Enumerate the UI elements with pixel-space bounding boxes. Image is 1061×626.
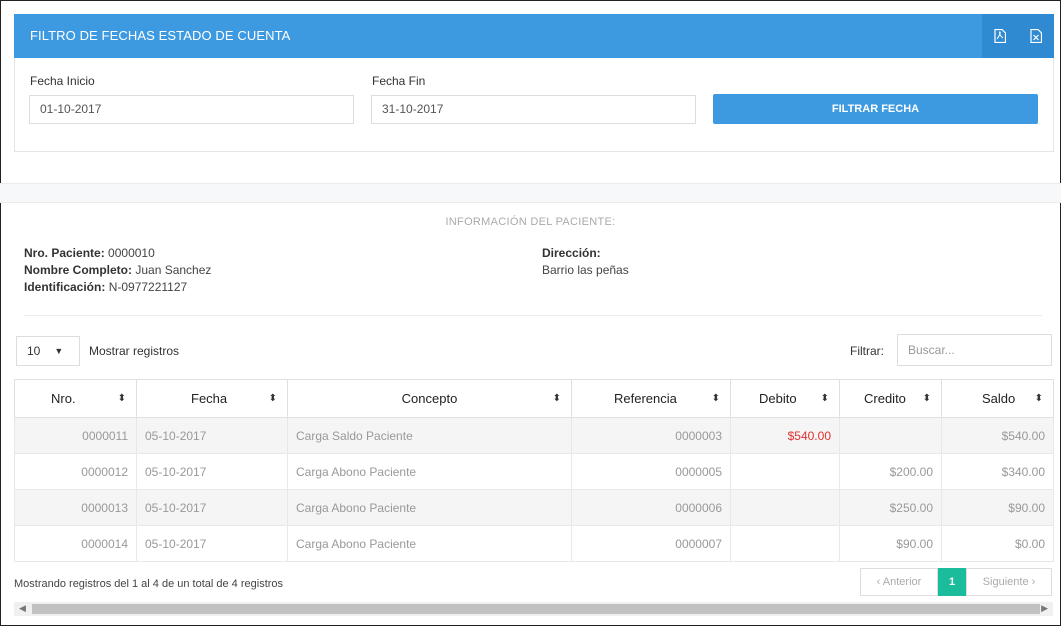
show-records-label: Mostrar registros <box>89 344 180 358</box>
panel-title: FILTRO DE FECHAS ESTADO DE CUENTA <box>30 28 291 43</box>
horizontal-scrollbar[interactable]: ◀ ▶ <box>14 602 1053 616</box>
scrollbar-thumb[interactable] <box>32 604 1040 614</box>
cell-nro: 0000011 <box>14 417 137 454</box>
cell-debito <box>730 453 840 490</box>
search-input[interactable]: Buscar... <box>897 334 1052 366</box>
cell-nro: 0000012 <box>14 453 137 490</box>
records-info: Mostrando registros del 1 al 4 de un tot… <box>14 578 284 590</box>
cell-credito: $250.00 <box>839 489 942 526</box>
pdf-file-icon <box>994 29 1006 43</box>
divider <box>24 315 1042 316</box>
patient-id-value: N-0977221127 <box>108 280 188 294</box>
excel-file-icon <box>1030 29 1042 43</box>
scroll-left-icon[interactable]: ◀ <box>19 603 26 614</box>
patient-number-label: Nro. Paciente: <box>24 246 105 260</box>
section-gap <box>0 184 1061 202</box>
end-date-label: Fecha Fin <box>372 74 426 88</box>
cell-debito: $540.00 <box>730 417 840 454</box>
address-value: Barrio las peñas <box>542 263 629 277</box>
column-header-fecha[interactable]: Fecha ⬍ <box>136 379 288 418</box>
start-date-input[interactable]: 01-10-2017 <box>29 95 354 124</box>
cell-saldo: $0.00 <box>941 525 1054 562</box>
end-date-input[interactable]: 31-10-2017 <box>371 95 696 124</box>
page-length-value: 10 <box>27 344 41 358</box>
patient-info-right: Dirección: Barrio las peñas <box>542 245 629 279</box>
sort-icon: ⬍ <box>711 393 720 404</box>
account-statement-table: Nro. ⬍ Fecha ⬍ Concepto ⬍ Referencia ⬍ Debit… <box>14 379 1054 562</box>
cell-credito: $90.00 <box>839 525 942 562</box>
divider <box>0 202 1061 203</box>
table-header-row: Nro. ⬍ Fecha ⬍ Concepto ⬍ Referencia ⬍ Debit… <box>14 379 1054 418</box>
address-label: Dirección: <box>542 246 601 260</box>
column-header-concepto[interactable]: Concepto ⬍ <box>287 379 572 418</box>
cell-saldo: $90.00 <box>941 489 1054 526</box>
table-row[interactable]: 0000012 05-10-2017 Carga Abono Paciente … <box>14 453 1054 490</box>
patient-info-left: Nro. Paciente: 0000010 Nombre Completo: … <box>24 245 211 296</box>
cell-saldo: $540.00 <box>941 417 1054 454</box>
patient-info-title: INFORMACIÓN DEL PACIENTE: <box>445 216 616 228</box>
table-row[interactable]: 0000013 05-10-2017 Carga Abono Paciente … <box>14 489 1054 526</box>
start-date-label: Fecha Inicio <box>30 74 95 88</box>
cell-concepto: Carga Abono Paciente <box>287 453 572 490</box>
column-header-debito[interactable]: Debito ⬍ <box>730 379 840 418</box>
cell-credito <box>839 417 942 454</box>
cell-fecha: 05-10-2017 <box>136 525 288 562</box>
caret-down-icon: ▼ <box>54 346 64 356</box>
cell-debito <box>730 525 840 562</box>
export-excel-button[interactable] <box>1018 14 1054 58</box>
cell-referencia: 0000007 <box>571 525 731 562</box>
patient-name-label: Nombre Completo: <box>24 263 132 277</box>
cell-concepto: Carga Abono Paciente <box>287 489 572 526</box>
column-header-credito[interactable]: Credito ⬍ <box>839 379 942 418</box>
cell-fecha: 05-10-2017 <box>136 453 288 490</box>
patient-name-value: Juan Sanchez <box>135 263 212 277</box>
sort-icon: ⬍ <box>922 393 931 404</box>
scroll-right-icon[interactable]: ▶ <box>1041 603 1048 614</box>
sort-icon: ⬍ <box>117 393 126 404</box>
cell-nro: 0000013 <box>14 489 137 526</box>
pagination-page-1[interactable]: 1 <box>938 568 966 596</box>
cell-credito: $200.00 <box>839 453 942 490</box>
cell-fecha: 05-10-2017 <box>136 489 288 526</box>
table-row[interactable]: 0000014 05-10-2017 Carga Abono Paciente … <box>14 525 1054 562</box>
patient-number-value: 0000010 <box>108 246 155 260</box>
pagination-previous[interactable]: ‹ Anterior <box>860 568 938 596</box>
cell-saldo: $340.00 <box>941 453 1054 490</box>
patient-id-label: Identificación: <box>24 280 106 294</box>
cell-nro: 0000014 <box>14 525 137 562</box>
export-pdf-button[interactable] <box>982 14 1018 58</box>
column-header-saldo[interactable]: Saldo ⬍ <box>941 379 1054 418</box>
cell-fecha: 05-10-2017 <box>136 417 288 454</box>
panel-header: FILTRO DE FECHAS ESTADO DE CUENTA <box>14 14 1054 58</box>
table-row[interactable]: 0000011 05-10-2017 Carga Saldo Paciente … <box>14 417 1054 454</box>
cell-referencia: 0000006 <box>571 489 731 526</box>
cell-referencia: 0000003 <box>571 417 731 454</box>
page-length-select[interactable]: 10 ▼ <box>16 336 80 366</box>
sort-icon: ⬍ <box>820 393 829 404</box>
sort-icon: ⬍ <box>552 393 561 404</box>
sort-icon: ⬍ <box>268 393 277 404</box>
filter-label: Filtrar: <box>850 344 884 358</box>
cell-debito <box>730 489 840 526</box>
cell-concepto: Carga Abono Paciente <box>287 525 572 562</box>
filter-date-button[interactable]: FILTRAR FECHA <box>713 94 1038 124</box>
cell-concepto: Carga Saldo Paciente <box>287 417 572 454</box>
pagination-next[interactable]: Siguiente › <box>966 568 1052 596</box>
column-header-nro[interactable]: Nro. ⬍ <box>14 379 137 418</box>
sort-icon: ⬍ <box>1034 393 1043 404</box>
column-header-referencia[interactable]: Referencia ⬍ <box>571 379 731 418</box>
cell-referencia: 0000005 <box>571 453 731 490</box>
